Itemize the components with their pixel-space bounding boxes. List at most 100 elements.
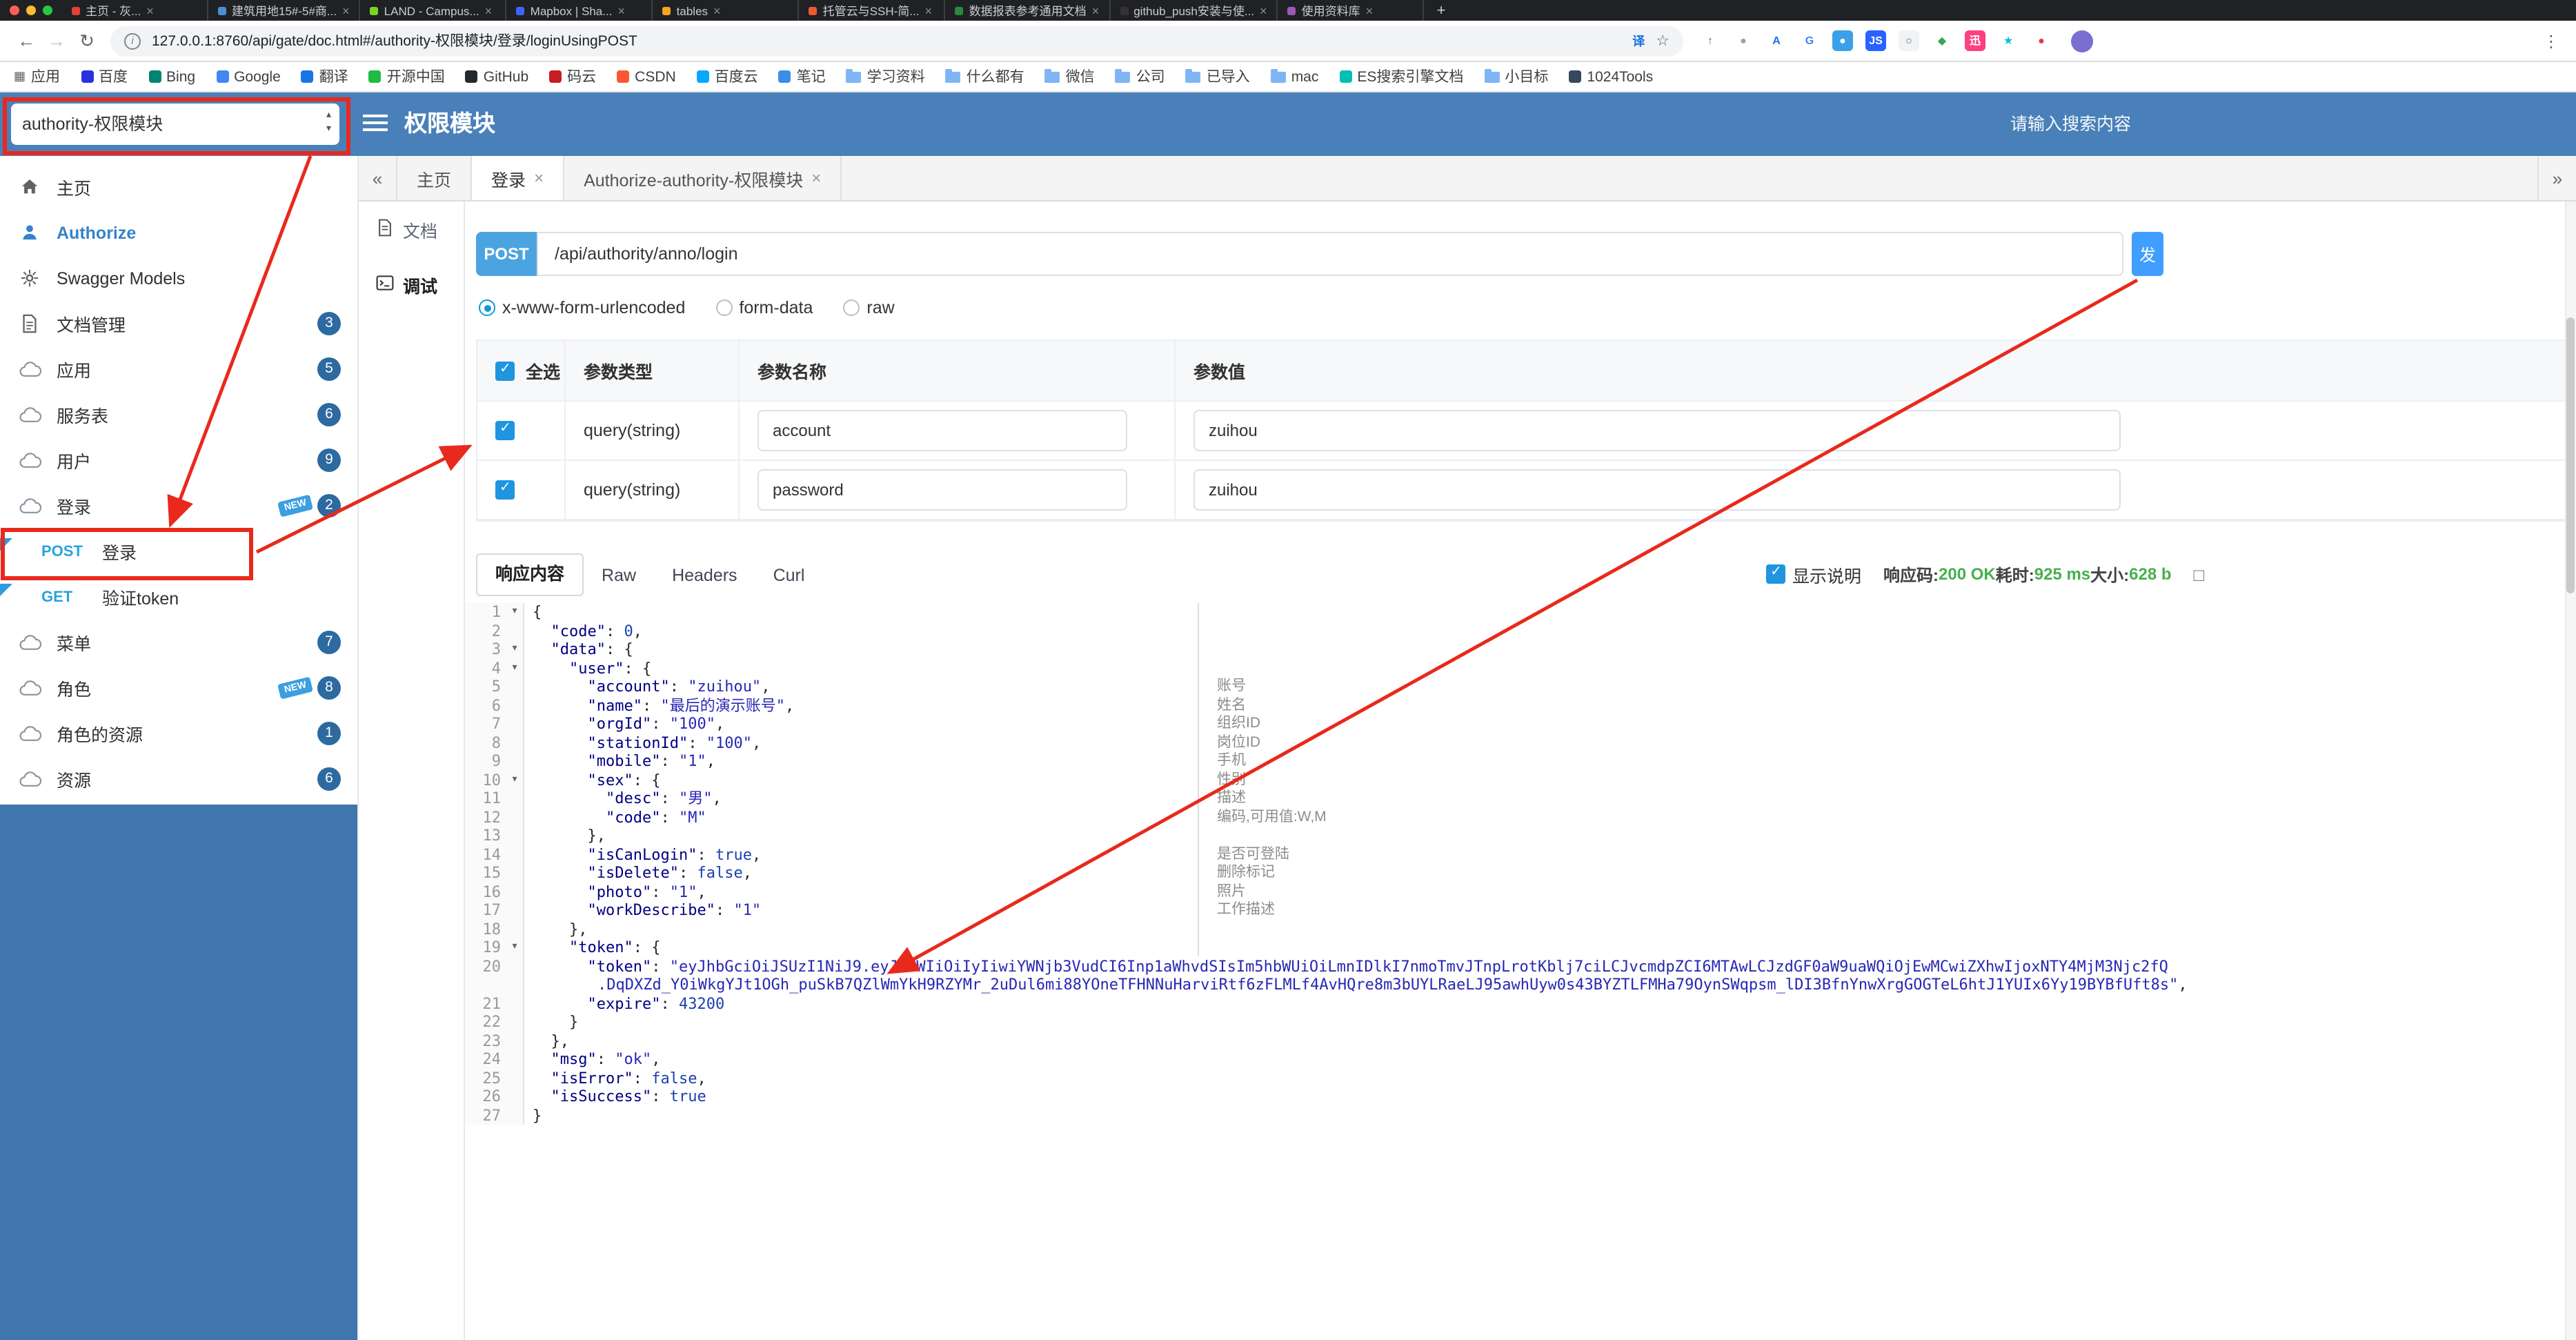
bookmark-item[interactable]: GitHub xyxy=(465,68,528,85)
fold-icon[interactable]: ▾ xyxy=(506,640,524,659)
browser-tab[interactable]: tables × xyxy=(653,0,800,21)
sidebar-item-swagger-models[interactable]: Swagger Models xyxy=(0,255,357,301)
browser-tab[interactable]: github_push安装与使... × xyxy=(1110,0,1278,21)
send-button[interactable]: 发 xyxy=(2132,232,2163,276)
tab-close-icon[interactable]: × xyxy=(924,3,932,17)
json-formatter-icon[interactable]: JS xyxy=(1865,30,1886,51)
param-name-input[interactable] xyxy=(757,469,1127,511)
history-icon[interactable]: ● xyxy=(1733,30,1754,51)
fold-icon[interactable]: ▾ xyxy=(506,771,524,789)
bookmark-item[interactable]: ▦ 应用 xyxy=(14,66,60,87)
bookmark-item[interactable]: 公司 xyxy=(1115,66,1165,87)
scrollbar-thumb[interactable] xyxy=(2566,317,2575,593)
response-tab-响应内容[interactable]: 响应内容 xyxy=(476,553,584,596)
sidebar-item-application[interactable]: 应用 5 xyxy=(0,346,357,392)
back-icon[interactable]: ← xyxy=(11,30,41,51)
browser-tab[interactable]: 数据报表参考通用文档 × xyxy=(946,0,1111,21)
browser-tab[interactable]: LAND - Campus... × xyxy=(361,0,507,21)
bookmark-item[interactable]: 小目标 xyxy=(1484,66,1548,87)
bookmark-item[interactable]: 码云 xyxy=(549,66,596,87)
bookmark-item[interactable]: 什么都有 xyxy=(945,66,1024,87)
bookmark-item[interactable]: 学习资料 xyxy=(846,66,925,87)
bookmark-item[interactable]: 开源中国 xyxy=(368,66,445,87)
profile-avatar[interactable] xyxy=(2071,30,2093,52)
param-value-input[interactable] xyxy=(1193,410,2121,451)
doc-tab[interactable]: 主页 xyxy=(397,156,473,200)
bookmark-item[interactable]: 1024Tools xyxy=(1569,68,1653,85)
param-name-input[interactable] xyxy=(757,410,1127,451)
bookmark-item[interactable]: 百度 xyxy=(81,66,128,87)
tabs-scroll-left-icon[interactable]: « xyxy=(359,156,397,200)
browser-menu-icon[interactable]: ⋮ xyxy=(2543,31,2565,50)
bookmark-item[interactable]: Google xyxy=(216,68,281,85)
tab-close-icon[interactable]: × xyxy=(146,3,154,17)
sidebar-item-role[interactable]: 角色 NEW 8 xyxy=(0,665,357,711)
bookmark-item[interactable]: CSDN xyxy=(617,68,676,85)
bookmark-item[interactable]: 百度云 xyxy=(696,66,758,87)
fold-icon[interactable]: ▾ xyxy=(506,938,524,957)
scrollbar-track[interactable] xyxy=(2565,201,2576,1340)
response-body-editor[interactable]: 1 ▾{2 "code": 0, 3 ▾ "data": {4 ▾ "user": {5… xyxy=(465,603,2576,1340)
tab-close-icon[interactable]: × xyxy=(811,168,821,188)
sidebar-subitem-verify-token-get[interactable]: GET 验证token xyxy=(0,574,357,620)
request-url-input[interactable] xyxy=(537,232,2123,276)
browser-tab[interactable]: 使用资料库 × xyxy=(1278,0,1425,21)
octotree-icon[interactable]: ○ xyxy=(1899,30,1919,51)
sidebar-item-service[interactable]: 服务表 6 xyxy=(0,392,357,437)
doc-tab[interactable]: 登录 × xyxy=(472,156,565,200)
doc-tab[interactable]: Authorize-authority-权限模块 × xyxy=(564,156,842,200)
fullscreen-icon[interactable]: □ xyxy=(2194,564,2205,584)
bookmark-item[interactable]: ES搜索引擎文档 xyxy=(1339,66,1463,87)
tab-close-icon[interactable]: × xyxy=(617,3,625,17)
fold-icon[interactable]: ▾ xyxy=(506,603,524,622)
shield-icon[interactable]: ◆ xyxy=(1932,30,1952,51)
minimize-window-icon[interactable] xyxy=(26,6,36,15)
param-checkbox[interactable] xyxy=(495,480,515,500)
bookmark-item[interactable]: mac xyxy=(1270,68,1318,85)
share-icon[interactable]: ↑ xyxy=(1700,30,1721,51)
select-all-checkbox[interactable] xyxy=(495,361,515,380)
translate-icon[interactable]: 译 xyxy=(1632,32,1645,50)
tab-close-icon[interactable]: × xyxy=(534,168,544,188)
translate-ext-icon[interactable]: A xyxy=(1766,30,1787,51)
sidebar-item-login[interactable]: 登录 NEW 2 xyxy=(0,483,357,529)
response-tab-Raw[interactable]: Raw xyxy=(584,556,654,596)
google-icon[interactable]: G xyxy=(1799,30,1820,51)
bookmark-item[interactable]: 翻译 xyxy=(301,66,348,87)
close-window-icon[interactable] xyxy=(10,6,19,15)
sidebar-item-home[interactable]: 主页 xyxy=(0,164,357,210)
param-checkbox[interactable] xyxy=(495,421,515,440)
bookmark-item[interactable]: 微信 xyxy=(1044,66,1095,87)
response-tab-Curl[interactable]: Curl xyxy=(755,556,823,596)
browser-tab[interactable]: 建筑用地15#-5#商... × xyxy=(208,0,361,21)
content-type-radio-form-data[interactable]: form-data xyxy=(715,298,813,317)
show-description-toggle[interactable]: 显示说明 xyxy=(1766,561,1861,587)
tab-close-icon[interactable]: × xyxy=(1260,3,1267,17)
sidebar-item-user[interactable]: 用户 9 xyxy=(0,437,357,483)
tab-close-icon[interactable]: × xyxy=(1366,3,1374,17)
xunlei-icon[interactable]: 迅 xyxy=(1965,30,1985,51)
browser-tab[interactable]: 主页 - 灰... × xyxy=(62,0,208,21)
forward-icon[interactable]: → xyxy=(41,30,72,51)
sidebar-item-menu[interactable]: 菜单 7 xyxy=(0,620,357,665)
sidebar-subitem-login-post[interactable]: POST 登录 xyxy=(0,529,357,574)
tab-close-icon[interactable]: × xyxy=(1092,3,1100,17)
address-bar[interactable]: i 127.0.0.1:8760/api/gate/doc.html#/auth… xyxy=(110,26,1683,56)
screenshot-icon[interactable]: ● xyxy=(1832,30,1853,51)
sidebar-item-doc-manage[interactable]: 文档管理 3 xyxy=(0,301,357,346)
new-tab-button[interactable]: + xyxy=(1425,2,1458,19)
param-value-input[interactable] xyxy=(1193,469,2121,511)
menu-toggle-icon[interactable] xyxy=(363,115,388,135)
browser-tab[interactable]: Mapbox | Sha... × xyxy=(507,0,653,21)
module-select[interactable]: authority-权限模块 xyxy=(11,104,339,145)
bookmark-star-icon[interactable]: ☆ xyxy=(1656,32,1670,50)
bookmark-item[interactable]: 已导入 xyxy=(1185,66,1250,87)
response-tab-Headers[interactable]: Headers xyxy=(654,556,755,596)
header-search-input[interactable] xyxy=(2008,104,2311,145)
fold-icon[interactable]: ▾ xyxy=(506,659,524,678)
panel-tab-doc[interactable]: 文档 xyxy=(359,201,464,257)
notification-icon[interactable]: ● xyxy=(2031,30,2052,51)
panel-tab-debug[interactable]: 调试 xyxy=(359,257,464,312)
zoom-window-icon[interactable] xyxy=(43,6,52,15)
content-type-radio-x-www-form-urlencoded[interactable]: x-www-form-urlencoded xyxy=(479,298,685,317)
